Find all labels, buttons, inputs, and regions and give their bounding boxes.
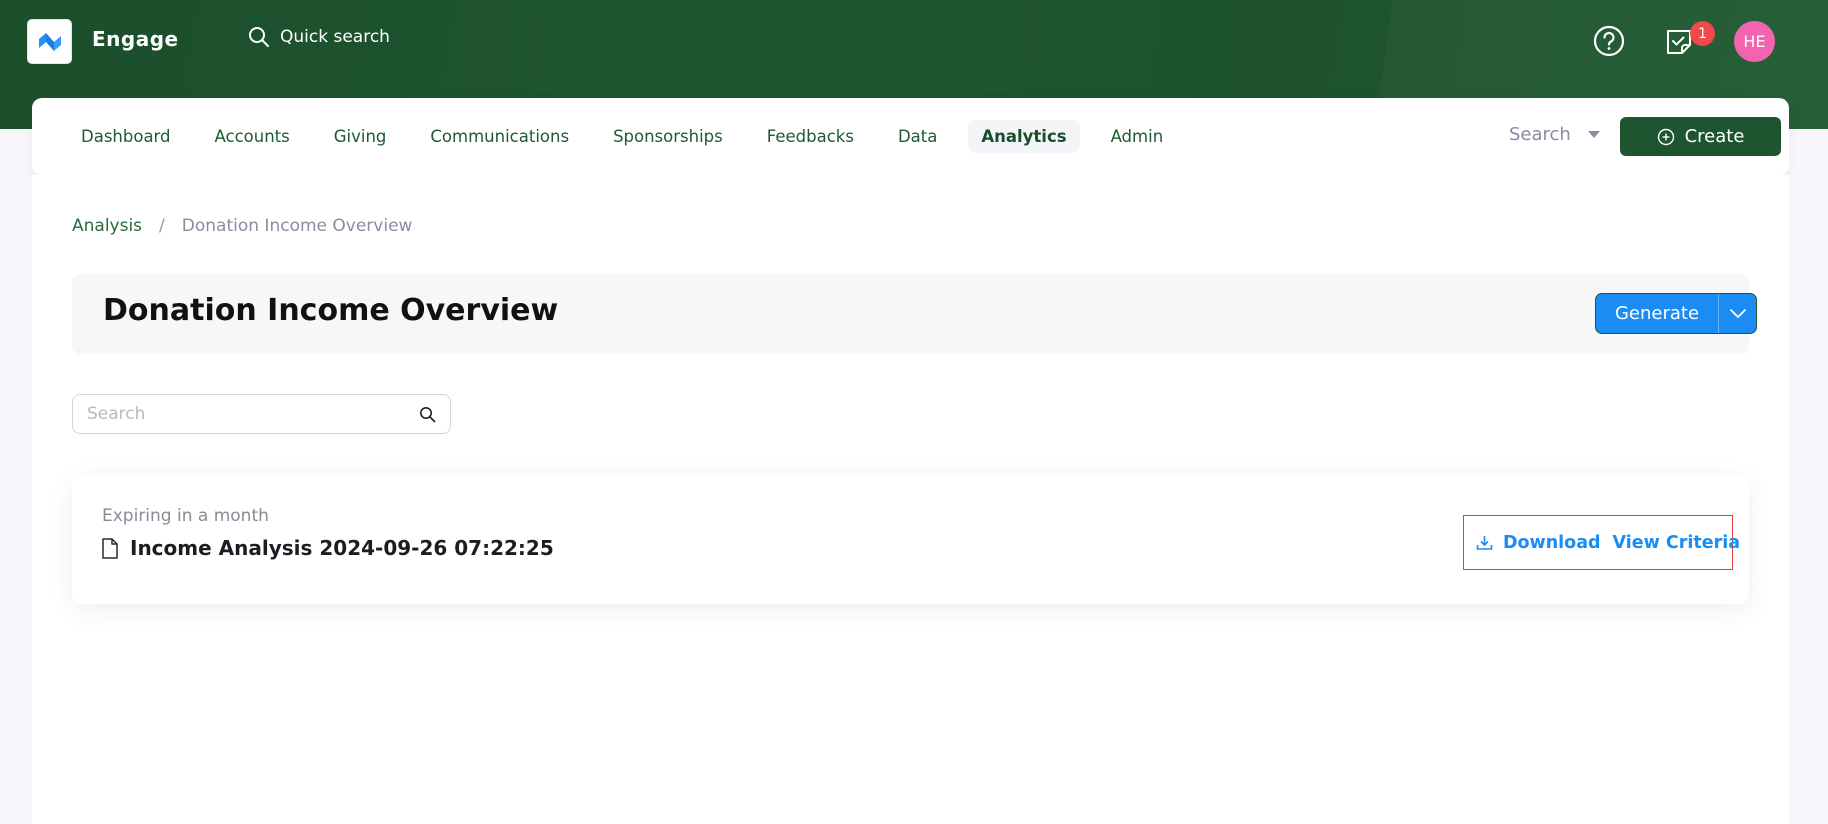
report-name: Income Analysis 2024-09-26 07:22:25: [130, 536, 554, 560]
app-logo[interactable]: [27, 19, 72, 64]
generate-split-button: Generate: [1595, 293, 1757, 334]
task-check-icon: [1667, 30, 1691, 54]
download-label: Download: [1503, 532, 1601, 553]
nav-item-communications[interactable]: Communications: [417, 120, 582, 153]
nav-search-dropdown[interactable]: Search: [1509, 124, 1601, 145]
quick-search-label: Quick search: [280, 27, 390, 47]
user-avatar[interactable]: HE: [1734, 21, 1775, 62]
notification-badge: 1: [1690, 21, 1715, 46]
main-nav: Dashboard Accounts Giving Communications…: [32, 98, 1789, 175]
generate-dropdown-toggle[interactable]: [1719, 294, 1756, 333]
report-expiry: Expiring in a month: [102, 506, 269, 526]
breadcrumb-current: Donation Income Overview: [181, 216, 413, 236]
page-header: Donation Income Overview Generate: [72, 274, 1757, 354]
view-criteria-button[interactable]: View Criteria: [1613, 533, 1741, 553]
nav-item-sponsorships[interactable]: Sponsorships: [600, 120, 736, 153]
nav-item-admin[interactable]: Admin: [1098, 120, 1177, 153]
brand-name: Engage: [92, 27, 179, 51]
caret-down-icon: [1587, 131, 1600, 138]
chevron-down-icon: [1729, 308, 1746, 319]
create-label: Create: [1684, 126, 1745, 147]
report-card: Expiring in a month Income Analysis 2024…: [72, 474, 1749, 604]
nav-item-analytics[interactable]: Analytics: [968, 119, 1080, 153]
nav-item-giving[interactable]: Giving: [321, 120, 400, 153]
file-icon: [102, 537, 118, 559]
breadcrumb: Analysis / Donation Income Overview: [72, 216, 412, 236]
tasks-button[interactable]: [1660, 20, 1700, 62]
plus-circle-icon: [1657, 128, 1674, 145]
logo-icon: [38, 32, 61, 51]
search-icon[interactable]: [419, 406, 436, 423]
breadcrumb-separator: /: [159, 216, 165, 236]
help-icon: [1593, 25, 1625, 57]
report-search: [72, 394, 451, 434]
breadcrumb-analysis-link[interactable]: Analysis: [72, 216, 142, 236]
nav-item-data[interactable]: Data: [885, 120, 950, 153]
report-search-input[interactable]: [87, 404, 419, 424]
help-button[interactable]: [1592, 20, 1626, 62]
download-button[interactable]: Download: [1476, 533, 1601, 553]
nav-item-accounts[interactable]: Accounts: [202, 120, 303, 153]
quick-search-button[interactable]: Quick search: [248, 26, 390, 48]
nav-item-dashboard[interactable]: Dashboard: [68, 120, 184, 153]
nav-item-feedbacks[interactable]: Feedbacks: [754, 120, 867, 153]
download-icon: [1476, 536, 1493, 550]
report-title-row: Income Analysis 2024-09-26 07:22:25: [102, 536, 554, 560]
page-title: Donation Income Overview: [103, 293, 559, 328]
nav-items: Dashboard Accounts Giving Communications…: [68, 118, 1194, 154]
search-icon: [249, 27, 269, 47]
create-button[interactable]: Create: [1620, 117, 1781, 156]
generate-button[interactable]: Generate: [1596, 294, 1718, 333]
nav-search-label: Search: [1509, 124, 1571, 145]
main-content: Analysis / Donation Income Overview Dona…: [32, 175, 1789, 824]
report-actions: Download View Criteria: [1463, 515, 1740, 570]
